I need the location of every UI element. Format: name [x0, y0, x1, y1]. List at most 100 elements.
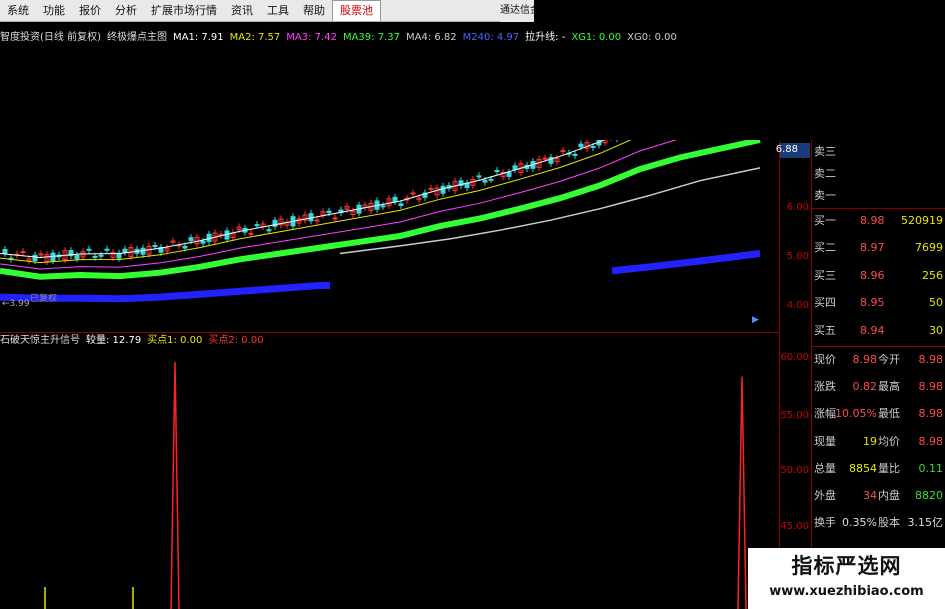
bid-volume: 256 — [922, 268, 943, 282]
menu-bar: 系统 功能 报价 分析 扩展市场行情 资讯 工具 帮助 股票池 — [0, 0, 533, 22]
bid-price: 8.94 — [860, 323, 885, 337]
candle-body — [2, 248, 8, 254]
candle-body — [188, 237, 194, 241]
formula-name[interactable]: 终极爆点主图 — [107, 30, 167, 46]
stat-label: 现价 — [814, 353, 836, 366]
series-ma4 — [339, 167, 761, 255]
ma3-value: MA3: 7.42 — [286, 32, 337, 43]
sub-tick-3: 50.00 — [780, 465, 809, 476]
ask-row[interactable]: 卖二 — [812, 162, 945, 186]
stat-row: 总量 8854 量比 0.11 — [812, 457, 945, 481]
bid-label: 买五 — [814, 323, 836, 337]
scroll-arrow-icon[interactable]: ▶ — [752, 315, 759, 325]
candle-body — [542, 157, 548, 160]
bid-row[interactable]: 买一 8.98 520919 — [812, 209, 945, 233]
window-title: 通达信金 — [500, 0, 534, 22]
series-ma39 — [0, 140, 761, 280]
stat-label-2: 最高 — [878, 380, 900, 394]
ma240-value: M240: 4.97 — [462, 32, 520, 43]
bid-label: 买一 — [814, 214, 836, 227]
menu-item-0[interactable]: 系统 — [0, 0, 36, 22]
sub-tick-1: 60.00 — [780, 352, 809, 363]
ma39-value: MA39: 7.37 — [342, 32, 400, 43]
menu-item-5[interactable]: 资讯 — [224, 0, 260, 22]
xg0-value: XG0: 0.00 — [627, 32, 677, 43]
watermark: 指标严选网 www.xuezhibiao.com — [748, 548, 945, 609]
candle-body — [200, 240, 206, 244]
bid-row[interactable]: 买二 8.97 7699 — [812, 236, 945, 260]
stat-value: 8.98 — [852, 353, 878, 366]
stat-row: 涨跌 0.82 最高 8.98 — [812, 375, 945, 399]
candle-body — [488, 178, 494, 181]
stat-label: 涨幅 — [814, 407, 836, 421]
stat-value: 19 — [863, 434, 877, 448]
stat-label-2: 量比 — [878, 461, 900, 475]
stock-label[interactable]: 智度投资(日线 前复权) — [0, 30, 101, 46]
stat-row: 换手 0.35% 股本 3.15亿 — [812, 511, 945, 535]
stat-value-2: 8.98 — [918, 353, 944, 366]
bid-label: 买二 — [814, 241, 836, 255]
menu-item-1[interactable]: 功能 — [36, 0, 72, 22]
stat-value: 34 — [863, 489, 877, 502]
cropped-region — [333, 260, 611, 332]
menu-item-3[interactable]: 分析 — [108, 0, 144, 22]
ask-row[interactable]: 卖三 — [812, 140, 945, 164]
candle-body — [20, 250, 26, 253]
lift-line-value: 拉升线: - — [525, 32, 566, 43]
bid-price: 8.95 — [860, 296, 885, 310]
bid-label: 买四 — [814, 296, 836, 310]
signal-chart[interactable] — [0, 333, 780, 609]
candle-body — [170, 240, 176, 243]
candle-body — [86, 248, 92, 251]
menu-item-7[interactable]: 帮助 — [296, 0, 332, 22]
candle-body — [314, 219, 320, 222]
menu-item-2[interactable]: 报价 — [72, 0, 108, 22]
candle-body — [560, 150, 566, 153]
ma4-value: MA4: 6.82 — [405, 32, 457, 43]
bid-row[interactable]: 买五 8.94 30 — [812, 319, 945, 343]
candle-body — [482, 179, 488, 183]
xg1-value: XG1: 0.00 — [571, 32, 622, 43]
stat-value: 0.35% — [842, 516, 877, 530]
candle-body — [104, 248, 110, 251]
stat-value-2: 3.15亿 — [907, 516, 944, 530]
stat-label: 外盘 — [814, 489, 836, 502]
stat-value: 10.05% — [835, 407, 877, 421]
candle-body — [32, 254, 38, 262]
bid-volume: 520919 — [901, 214, 943, 227]
bid-price: 8.98 — [860, 214, 885, 227]
price-tick-4: 4.00 — [786, 300, 809, 311]
price-chart[interactable] — [0, 140, 780, 332]
bid-volume: 7699 — [915, 241, 943, 255]
watermark-url: www.xuezhibiao.com — [769, 584, 924, 599]
bid-price: 8.96 — [860, 268, 885, 282]
candle-body — [140, 247, 146, 255]
stat-row: 现价 8.98 今开 8.98 — [812, 348, 945, 372]
stat-label: 换手 — [814, 516, 836, 530]
menu-item-4[interactable]: 扩展市场行情 — [144, 0, 224, 22]
candle-body — [254, 224, 260, 227]
candle-body — [476, 175, 482, 178]
candle-body — [98, 254, 104, 257]
ask-label: 卖一 — [814, 189, 836, 202]
candle-body — [506, 171, 512, 177]
candle-body — [572, 153, 578, 156]
price-tick-2: 6.00 — [786, 202, 809, 213]
candle-body — [248, 232, 254, 235]
bid-row[interactable]: 买四 8.95 50 — [812, 291, 945, 315]
order-book-divider-2 — [812, 346, 945, 347]
stat-value: 0.82 — [852, 380, 878, 394]
bid-row[interactable]: 买三 8.96 256 — [812, 264, 945, 288]
candle-body — [410, 192, 416, 195]
candle-body — [590, 146, 596, 149]
bid-volume: 30 — [929, 323, 943, 337]
menu-item-6[interactable]: 工具 — [260, 0, 296, 22]
price-tick-1: 6.88 — [775, 144, 798, 155]
ma1-value: MA1: 7.91 — [172, 32, 224, 43]
stat-label-2: 最低 — [878, 407, 900, 421]
ask-row[interactable]: 卖一 — [812, 184, 945, 208]
sub-tick-2: 55.00 — [780, 410, 809, 421]
bid-price: 8.97 — [860, 241, 885, 255]
stat-label-2: 今开 — [878, 353, 900, 366]
menu-item-8[interactable]: 股票池 — [332, 0, 381, 21]
